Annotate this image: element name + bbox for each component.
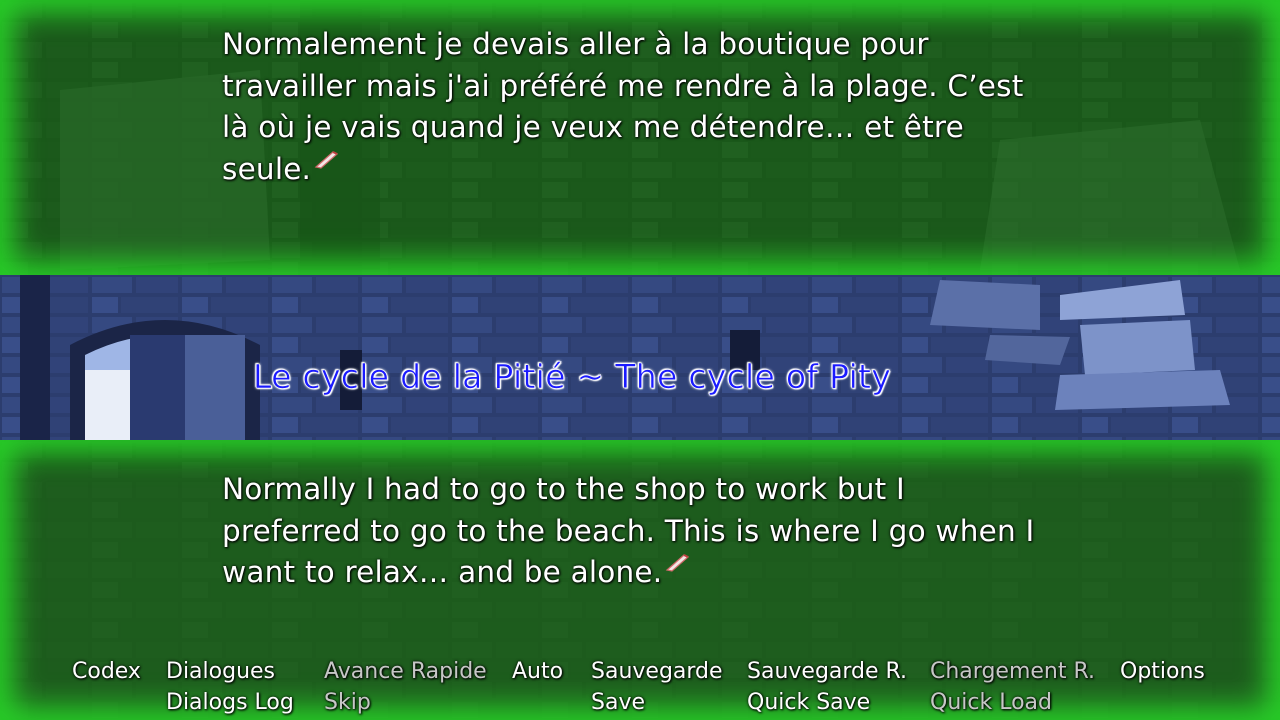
codex-label: Codex [72, 659, 141, 684]
quill-icon [666, 554, 690, 572]
save-label-fr: Sauvegarde [591, 659, 723, 684]
dialog-line: Normalement je devais aller à la boutiqu… [222, 27, 929, 61]
dialogs-log-button[interactable]: Dialogues Dialogs Log [166, 656, 294, 718]
dialogs-label-en: Dialogs Log [166, 690, 294, 715]
quick-load-button[interactable]: Chargement R. Quick Load [930, 656, 1095, 718]
dialog-line-last: seule. [222, 149, 1122, 191]
dialog-line: Normally I had to go to the shop to work… [222, 472, 905, 506]
dialogs-label-fr: Dialogues [166, 659, 276, 684]
dialog-line: want to relax… and be alone. [222, 555, 663, 589]
quick-load-label-en: Quick Load [930, 690, 1052, 715]
codex-button[interactable]: Codex [72, 656, 141, 687]
quill-icon [314, 150, 339, 169]
quick-menu: Codex Dialogues Dialogs Log Avance Rapid… [0, 656, 1280, 720]
quick-save-label-fr: Sauvegarde R. [747, 659, 908, 684]
save-label-en: Save [591, 690, 646, 715]
auto-button[interactable]: Auto [512, 656, 563, 687]
save-button[interactable]: Sauvegarde Save [591, 656, 723, 718]
quick-save-button[interactable]: Sauvegarde R. Quick Save [747, 656, 907, 718]
dialog-line-last: want to relax… and be alone. [222, 552, 1122, 594]
game-screen: Normalement je devais aller à la boutiqu… [0, 0, 1280, 720]
dialog-line: travailler mais j'ai préféré me rendre à… [222, 68, 1024, 103]
chapter-title: Le cycle de la Pitié ~ The cycle of Pity [253, 357, 892, 397]
dialog-line: preferred to go to the beach. This is wh… [222, 513, 1035, 548]
options-button[interactable]: Options [1120, 656, 1205, 687]
quick-load-label-fr: Chargement R. [930, 659, 1095, 684]
options-label: Options [1120, 659, 1205, 684]
skip-label-fr: Avance Rapide [324, 659, 487, 684]
auto-label: Auto [512, 659, 564, 684]
dialog-text-french[interactable]: Normalement je devais aller à la boutiqu… [222, 24, 1122, 190]
dialog-line: seule. [222, 151, 312, 186]
dialog-line: là où je vais quand je veux me détendre…… [222, 110, 964, 144]
quick-save-label-en: Quick Save [747, 690, 871, 715]
skip-button[interactable]: Avance Rapide Skip [324, 656, 487, 718]
skip-label-en: Skip [324, 690, 371, 715]
dialog-text-english[interactable]: Normally I had to go to the shop to work… [222, 469, 1122, 594]
